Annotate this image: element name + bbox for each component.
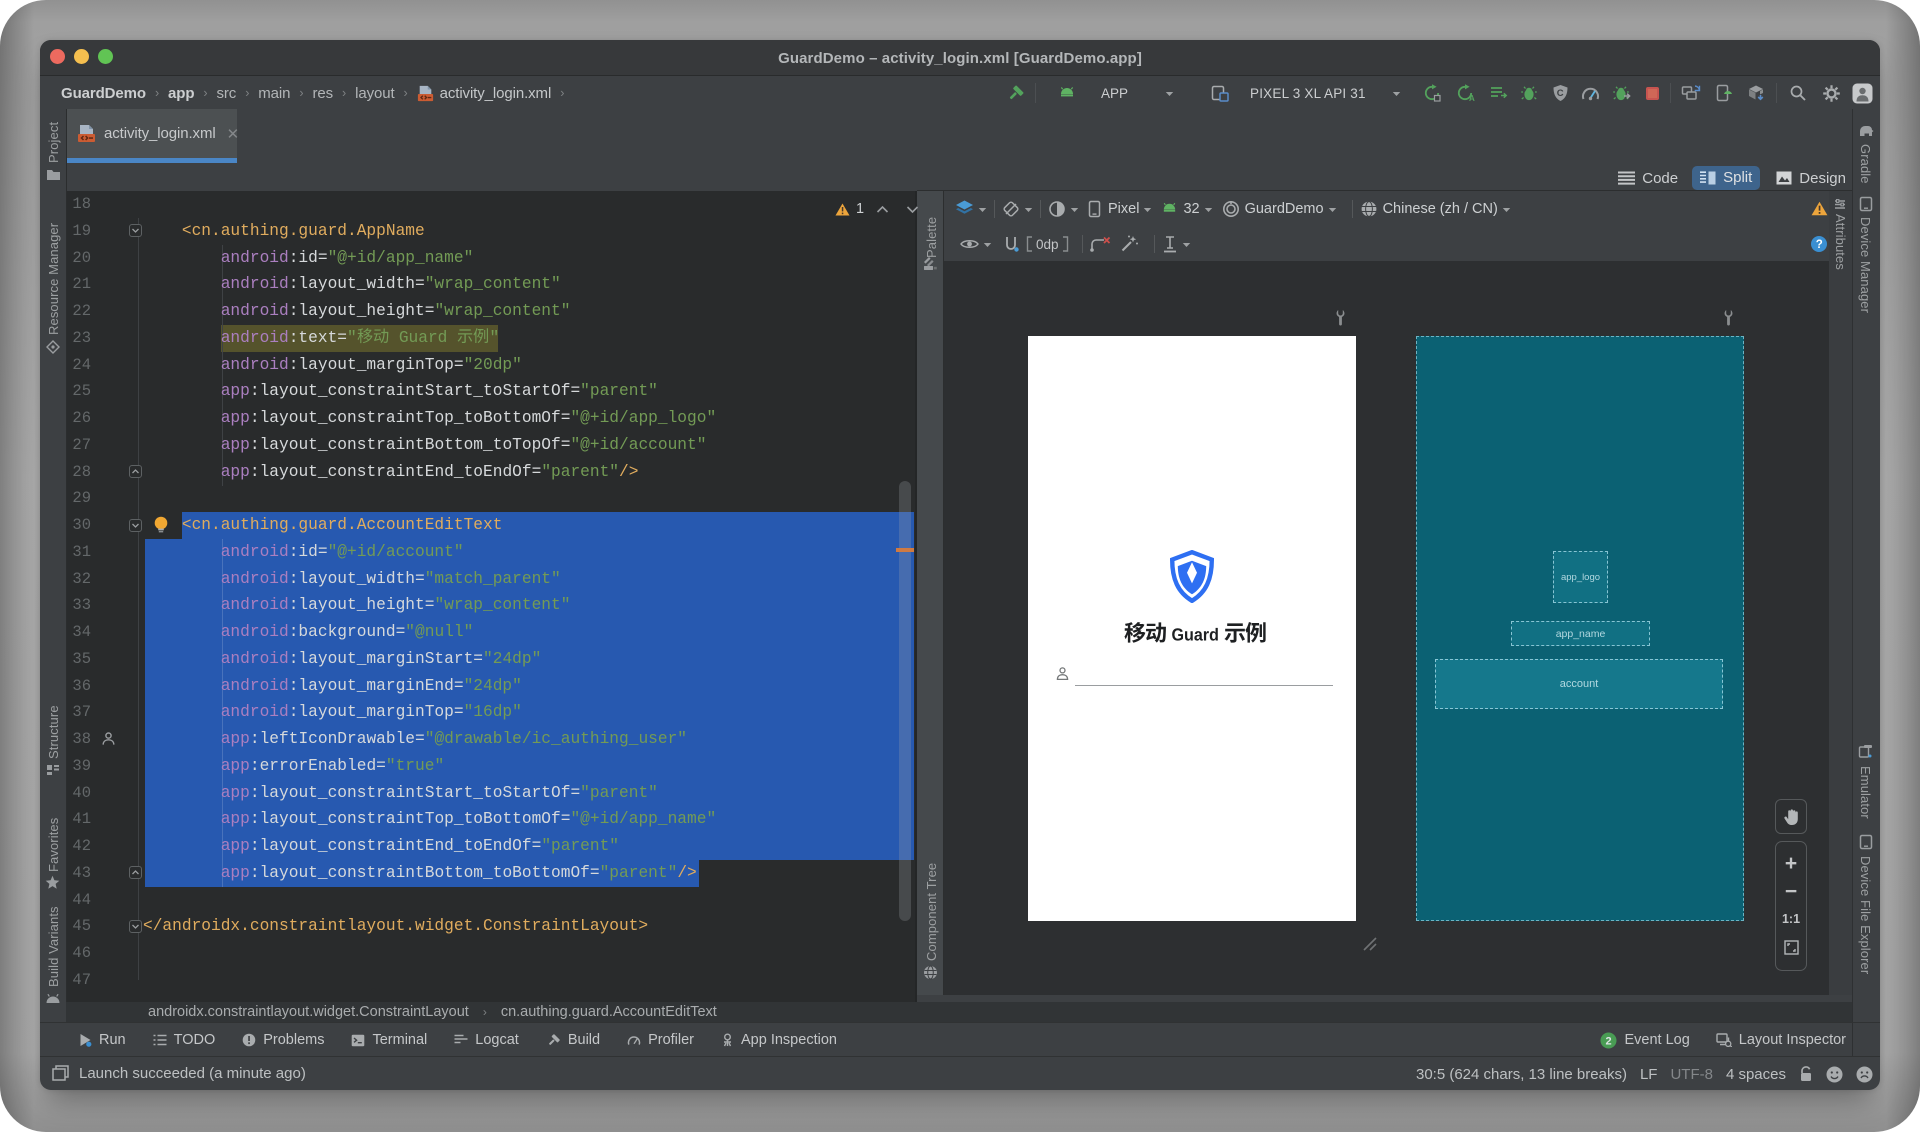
svg-text:C: C	[1557, 88, 1564, 99]
svg-text:?: ?	[1816, 239, 1823, 251]
svg-text:A: A	[1469, 94, 1475, 103]
svg-text:2: 2	[1606, 1035, 1612, 1047]
